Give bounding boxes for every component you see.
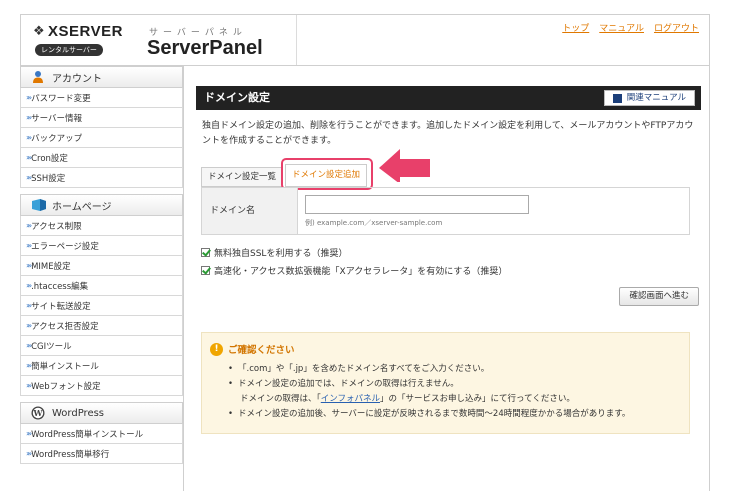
sidebar-item-server-info[interactable]: ›» サーバー情報	[20, 108, 183, 128]
sidebar: アカウント ›» パスワード変更 ›» サーバー情報 ›» バックアップ ›» Cron…	[20, 66, 183, 491]
arrow-icon: ›»	[26, 153, 32, 162]
logo-badge: レンタルサーバー	[35, 44, 103, 56]
arrow-icon: ›»	[26, 93, 32, 102]
sidebar-item-backup[interactable]: ›» バックアップ	[20, 128, 183, 148]
accelerator-checkbox-label: 高速化・アクセス数拡張機能「Xアクセラレータ」を有効にする（推奨）	[214, 267, 508, 277]
ssl-checkbox-row[interactable]: 無料独自SSLを利用する（推奨）	[201, 246, 347, 259]
sidebar-item-htaccess[interactable]: ›» .htaccess編集	[20, 276, 183, 296]
sidebar-account-list: ›» パスワード変更 ›» サーバー情報 ›» バックアップ ›» Cron設定 ›» S…	[20, 88, 183, 188]
intro-text: 独自ドメイン設定の追加、削除を行うことができます。追加したドメイン設定を利用して…	[202, 121, 694, 146]
sidebar-section-account: アカウント	[20, 66, 183, 88]
domain-input[interactable]	[305, 195, 529, 214]
user-icon	[31, 70, 45, 84]
arrow-icon: ›»	[26, 261, 32, 270]
arrow-icon: ›»	[26, 241, 32, 250]
arrow-icon: ›»	[26, 173, 32, 182]
ssl-checkbox-label: 無料独自SSLを利用する（推奨）	[214, 249, 348, 259]
arrow-icon: ›»	[26, 381, 32, 390]
book-icon	[612, 93, 622, 103]
sidebar-item-password[interactable]: ›» パスワード変更	[20, 88, 183, 108]
sidebar-item-wp-install[interactable]: ›» WordPress簡単インストール	[20, 424, 183, 444]
top-link-home[interactable]: トップ	[562, 21, 589, 34]
notice-item: • 「.com」や「.jp」を含めたドメイン名すべてをご入力ください。	[228, 364, 490, 374]
sidebar-item-web-font[interactable]: ›» Webフォント設定	[20, 376, 183, 396]
notice-title: ! ご確認ください	[210, 342, 295, 356]
confirm-button[interactable]: 確認画面へ進む	[619, 287, 699, 306]
sidebar-item-access-limit[interactable]: ›» アクセス制限	[20, 216, 183, 236]
arrow-icon: ›»	[26, 429, 32, 438]
arrow-icon: ›»	[26, 281, 32, 290]
arrow-icon: ›»	[26, 221, 32, 230]
sidebar-section-title: アカウント	[52, 73, 102, 85]
svg-text:W: W	[33, 408, 44, 418]
tab-highlight-box	[281, 158, 373, 190]
arrow-icon: ›»	[26, 113, 32, 122]
top-links: トップ マニュアル ログアウト	[562, 21, 699, 34]
sidebar-item-cgi-tools[interactable]: ›» CGIツール	[20, 336, 183, 356]
notice-item: • ドメイン設定の追加後、サーバーに設定が反映されるまで数時間～24時間程度かかる…	[228, 409, 631, 419]
sidebar-section-wordpress: W WordPress	[20, 402, 183, 424]
domain-form: ドメイン名 例) example.com／xserver-sample.com	[201, 187, 690, 235]
top-link-manual[interactable]: マニュアル	[599, 21, 644, 34]
sidebar-section-homepage: ホームページ	[20, 194, 183, 216]
sidebar-item-wp-migrate[interactable]: ›» WordPress簡単移行	[20, 444, 183, 464]
arrow-icon: ›»	[26, 361, 32, 370]
sidebar-homepage-list: ›» アクセス制限 ›» エラーページ設定 ›» MIME設定 ›» .htaccess…	[20, 216, 183, 396]
wordpress-icon: W	[31, 406, 45, 420]
notice-box: ! ご確認ください • 「.com」や「.jp」を含めたドメイン名すべてをご入力く…	[201, 332, 690, 434]
exclamation-icon: !	[210, 342, 223, 356]
monitor-icon	[31, 198, 46, 212]
red-arrow-annotation	[379, 149, 430, 182]
notice-item: • ドメイン設定の追加では、ドメインの取得は行えません。	[228, 379, 459, 389]
product-name: ServerPanel	[147, 37, 263, 59]
page-title-bar: ドメイン設定 関連マニュアル	[196, 86, 701, 110]
arrow-icon: ›»	[26, 133, 32, 142]
related-manual-button[interactable]: 関連マニュアル	[603, 90, 695, 106]
logo[interactable]: ❖ XSERVER レンタルサーバー サーバーパネル ServerPanel	[21, 15, 297, 65]
arrow-icon: ›»	[26, 321, 32, 330]
sidebar-section-title: ホームページ	[52, 201, 112, 213]
tab-domain-list[interactable]: ドメイン設定一覧	[201, 167, 283, 187]
ssl-checkbox[interactable]	[201, 248, 210, 257]
arrow-icon: ›»	[26, 341, 32, 350]
accelerator-checkbox-row[interactable]: 高速化・アクセス数拡張機能「Xアクセラレータ」を有効にする（推奨）	[201, 264, 507, 277]
domain-hint: 例) example.com／xserver-sample.com	[305, 219, 443, 227]
header: ❖ XSERVER レンタルサーバー サーバーパネル ServerPanel ト…	[20, 14, 710, 66]
sidebar-wordpress-list: ›» WordPress簡単インストール ›» WordPress簡単移行	[20, 424, 183, 464]
info-panel-link[interactable]: インフォパネル	[321, 394, 380, 404]
xserver-diamond-icon: ❖	[33, 24, 45, 39]
page-title: ドメイン設定	[204, 91, 270, 104]
sidebar-item-mime[interactable]: ›» MIME設定	[20, 256, 183, 276]
sidebar-item-error-page[interactable]: ›» エラーページ設定	[20, 236, 183, 256]
sidebar-item-cron[interactable]: ›» Cron設定	[20, 148, 183, 168]
sidebar-item-access-deny[interactable]: ›» アクセス拒否設定	[20, 316, 183, 336]
accelerator-checkbox[interactable]	[201, 266, 210, 275]
notice-subitem: ドメインの取得は、「インフォパネル」の「サービスお申し込み」にて行ってください。	[240, 394, 575, 404]
domain-label: ドメイン名	[202, 188, 298, 234]
notice-list: • 「.com」や「.jp」を含めたドメイン名すべてをご入力ください。 • ドメイン…	[228, 362, 630, 422]
main-content: ドメイン設定 関連マニュアル 独自ドメイン設定の追加、削除を行うことができます。…	[183, 66, 710, 491]
logo-text: XSERVER	[48, 23, 123, 40]
sidebar-item-ssh[interactable]: ›» SSH設定	[20, 168, 183, 188]
sidebar-section-title: WordPress	[52, 407, 105, 419]
arrow-icon: ›»	[26, 301, 32, 310]
sidebar-item-site-redirect[interactable]: ›» サイト転送設定	[20, 296, 183, 316]
arrow-icon: ›»	[26, 449, 32, 458]
top-link-logout[interactable]: ログアウト	[654, 21, 699, 34]
sidebar-item-easy-install[interactable]: ›» 簡単インストール	[20, 356, 183, 376]
